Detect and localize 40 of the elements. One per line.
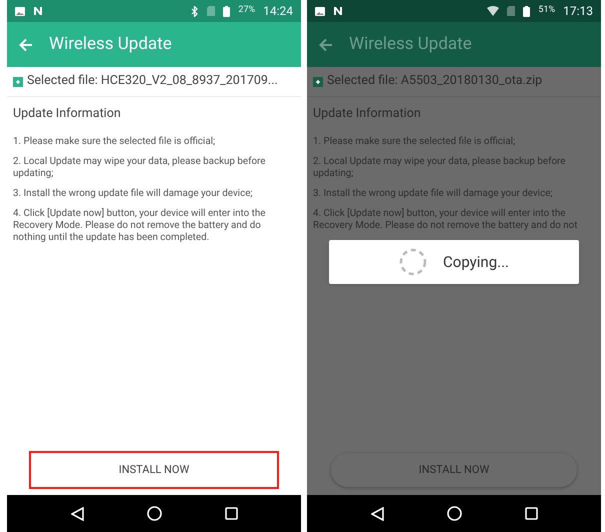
info-text: 4. Click [Update now] button, your device will enter into the Recovery Mode. Please do not remove the battery and do not	[313, 208, 578, 232]
wifi-icon	[487, 6, 500, 16]
n-logo-icon	[33, 6, 43, 16]
info-text: 1. Please make sure the selected file is official;	[13, 136, 216, 148]
clock: 17:13	[563, 3, 593, 20]
info-text: 3. Install the wrong update file will damage your device;	[313, 188, 554, 200]
recents-icon[interactable]	[224, 507, 238, 520]
screen-title: Wireless Update	[49, 32, 172, 56]
clock: 14:24	[263, 3, 293, 20]
n-logo-icon	[333, 6, 343, 16]
battery-level: 51%	[538, 4, 556, 18]
info-text: 1. Please make sure the selected file is official;	[313, 136, 516, 148]
battery-icon	[223, 6, 230, 16]
info-text: 2. Local Update may wipe your data, please backup before updating;	[313, 156, 566, 180]
battery-icon	[523, 6, 530, 16]
no-sim-icon	[207, 6, 216, 16]
file-icon	[13, 76, 23, 86]
no-sim-icon	[507, 6, 516, 16]
section-heading: Update Information	[312, 105, 422, 123]
section-heading: Update Information	[12, 105, 122, 123]
back-icon[interactable]	[70, 506, 84, 520]
info-text: 3. Install the wrong update file will damage your device;	[13, 188, 254, 200]
back-arrow-icon[interactable]	[319, 38, 333, 52]
battery-level: 27%	[238, 4, 256, 18]
bluetooth-icon	[191, 6, 200, 16]
image-icon	[15, 6, 25, 16]
screen-title: Wireless Update	[349, 32, 472, 56]
back-icon[interactable]	[370, 506, 384, 520]
selected-file: Selected file: A5503_20180130_ota.zip	[327, 72, 542, 90]
info-text: 4. Click [Update now] button, your device will enter into the Recovery Mode. Please do not remove the battery and do nothing until the update has been completed.	[13, 208, 266, 244]
file-icon	[313, 76, 323, 86]
home-icon[interactable]	[146, 506, 162, 521]
home-icon[interactable]	[446, 506, 462, 521]
spinner-icon	[399, 248, 427, 276]
image-icon	[315, 6, 325, 16]
selected-file: Selected file: HCE320_V2_08_8937_201709...	[27, 72, 278, 90]
dialog-message: Copying...	[443, 252, 509, 272]
install-now-button[interactable]: INSTALL NOW	[31, 453, 277, 487]
recents-icon[interactable]	[524, 507, 538, 520]
info-text: 2. Local Update may wipe your data, please backup before updating;	[13, 156, 266, 180]
